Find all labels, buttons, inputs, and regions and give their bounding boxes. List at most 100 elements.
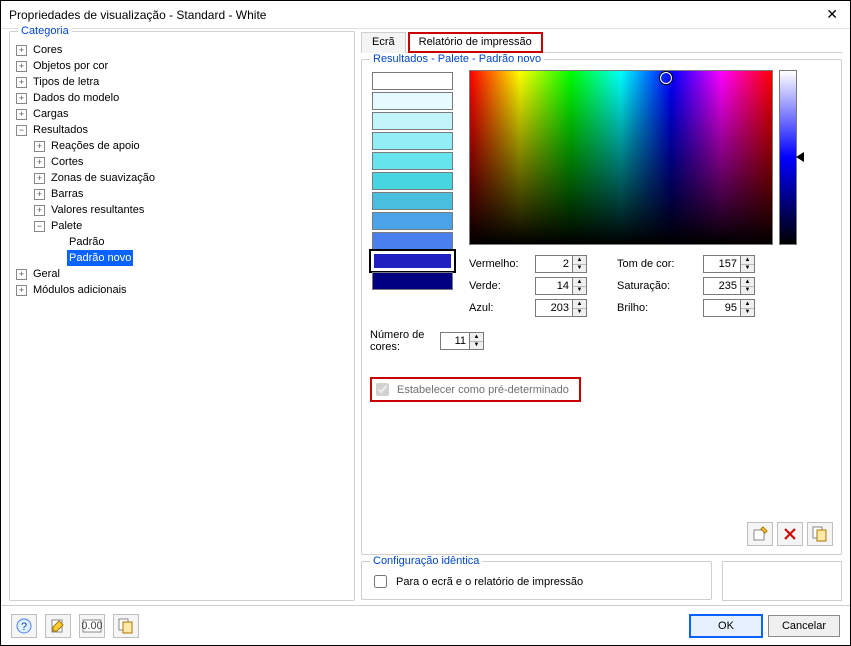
cancel-button[interactable]: Cancelar xyxy=(768,615,840,637)
expand-icon[interactable]: + xyxy=(16,45,27,56)
ok-button[interactable]: OK xyxy=(690,615,762,637)
expand-icon[interactable]: + xyxy=(16,109,27,120)
expand-icon[interactable]: + xyxy=(16,93,27,104)
palette-legend: Resultados - Palete - Padrão novo xyxy=(370,53,544,65)
tree-item-cores[interactable]: Cores xyxy=(31,42,64,58)
close-icon[interactable]: ✕ xyxy=(822,6,842,23)
palette-swatch[interactable] xyxy=(372,272,453,290)
copy-icon xyxy=(812,526,828,542)
palette-swatch[interactable] xyxy=(372,232,453,250)
brightness-marker-icon xyxy=(796,152,804,162)
delete-palette-button[interactable] xyxy=(777,522,803,546)
pencil-icon xyxy=(50,618,66,634)
label-red: Vermelho: xyxy=(469,258,529,270)
spin-down-icon[interactable]: ▼ xyxy=(741,287,754,295)
spin-up-icon[interactable]: ▲ xyxy=(741,278,754,287)
input-hue[interactable]: ▲▼ xyxy=(703,255,755,273)
preview-box xyxy=(722,561,842,601)
expand-icon[interactable]: + xyxy=(34,189,45,200)
input-blue[interactable]: ▲▼ xyxy=(535,299,587,317)
import-button[interactable] xyxy=(113,614,139,638)
preset-checkbox[interactable] xyxy=(376,383,389,396)
spin-up-icon[interactable]: ▲ xyxy=(741,256,754,265)
label-green: Verde: xyxy=(469,280,529,292)
input-sat[interactable]: ▲▼ xyxy=(703,277,755,295)
tree-item-cargas[interactable]: Cargas xyxy=(31,106,70,122)
tree-item-dados[interactable]: Dados do modelo xyxy=(31,90,121,106)
spin-down-icon[interactable]: ▼ xyxy=(573,287,586,295)
spin-down-icon[interactable]: ▼ xyxy=(573,265,586,273)
palette-swatch[interactable] xyxy=(372,192,453,210)
preset-checkbox-row[interactable]: Estabelecer como pré-determinado xyxy=(370,377,581,402)
palette-swatch[interactable] xyxy=(372,152,453,170)
input-red[interactable]: ▲▼ xyxy=(535,255,587,273)
tab-ecra[interactable]: Ecrã xyxy=(361,32,406,53)
tree-item-palete[interactable]: Palete xyxy=(49,218,84,234)
expand-icon[interactable]: + xyxy=(16,269,27,280)
spin-down-icon[interactable]: ▼ xyxy=(470,342,483,350)
palette-swatch[interactable] xyxy=(372,132,453,150)
label-val: Brilho: xyxy=(617,302,697,314)
category-legend: Categoria xyxy=(18,25,72,37)
input-numcolors[interactable]: ▲▼ xyxy=(440,332,484,350)
new-palette-button[interactable] xyxy=(747,522,773,546)
brightness-bar[interactable] xyxy=(779,70,797,245)
category-tree[interactable]: +Cores +Objetos por cor +Tipos de letra … xyxy=(14,38,350,302)
svg-text:0.00: 0.00 xyxy=(82,620,102,632)
color-cursor-icon xyxy=(660,72,672,84)
tree-item-objetos[interactable]: Objetos por cor xyxy=(31,58,110,74)
tree-item-resultados[interactable]: Resultados xyxy=(31,122,90,138)
spin-up-icon[interactable]: ▲ xyxy=(741,300,754,309)
tab-relatorio[interactable]: Relatório de impressão xyxy=(408,32,543,53)
palette-group: Resultados - Palete - Padrão novo xyxy=(361,59,842,555)
same-config-checkbox[interactable] xyxy=(374,575,387,588)
spin-up-icon[interactable]: ▲ xyxy=(573,300,586,309)
tree-item-padrao-novo[interactable]: Padrão novo xyxy=(67,250,133,266)
spin-down-icon[interactable]: ▼ xyxy=(741,265,754,273)
spin-down-icon[interactable]: ▼ xyxy=(573,309,586,317)
palette-swatch[interactable] xyxy=(372,92,453,110)
palette-swatch[interactable] xyxy=(372,172,453,190)
tree-item-valores[interactable]: Valores resultantes xyxy=(49,202,146,218)
expand-icon[interactable]: + xyxy=(34,173,45,184)
expand-icon[interactable]: + xyxy=(34,205,45,216)
spin-up-icon[interactable]: ▲ xyxy=(470,333,483,342)
tree-item-reacoes[interactable]: Reações de apoio xyxy=(49,138,142,154)
units-icon: 0.00 xyxy=(82,619,102,633)
window-title: Propriedades de visualização - Standard … xyxy=(9,8,266,22)
input-green[interactable]: ▲▼ xyxy=(535,277,587,295)
tree-item-geral[interactable]: Geral xyxy=(31,266,62,282)
tree-item-zonas[interactable]: Zonas de suavização xyxy=(49,170,157,186)
expand-icon[interactable]: + xyxy=(16,285,27,296)
same-config-label: Para o ecrã e o relatório de impressão xyxy=(396,576,583,588)
tree-item-tipos[interactable]: Tipos de letra xyxy=(31,74,101,90)
spin-up-icon[interactable]: ▲ xyxy=(573,256,586,265)
palette-swatch[interactable] xyxy=(372,72,453,90)
expand-icon[interactable]: + xyxy=(16,77,27,88)
palette-swatch[interactable] xyxy=(372,112,453,130)
config-group: Configuração idêntica Para o ecrã e o re… xyxy=(361,561,712,600)
label-sat: Saturação: xyxy=(617,280,697,292)
units-button[interactable]: 0.00 xyxy=(79,614,105,638)
palette-swatch[interactable] xyxy=(372,212,453,230)
expand-icon[interactable]: + xyxy=(34,157,45,168)
expand-icon[interactable]: + xyxy=(34,141,45,152)
tree-item-modulos[interactable]: Módulos adicionais xyxy=(31,282,129,298)
new-icon xyxy=(752,526,768,542)
palette-swatch[interactable] xyxy=(372,252,453,270)
copy-palette-button[interactable] xyxy=(807,522,833,546)
label-numcolors: Número de cores: xyxy=(370,329,432,353)
tree-item-padrao[interactable]: Padrão xyxy=(67,234,106,250)
expand-icon[interactable]: + xyxy=(16,61,27,72)
spin-down-icon[interactable]: ▼ xyxy=(741,309,754,317)
tree-item-barras[interactable]: Barras xyxy=(49,186,85,202)
tree-item-cortes[interactable]: Cortes xyxy=(49,154,85,170)
collapse-icon[interactable]: − xyxy=(34,221,45,232)
color-field[interactable] xyxy=(469,70,773,245)
delete-icon xyxy=(783,527,797,541)
edit-button[interactable] xyxy=(45,614,71,638)
input-val[interactable]: ▲▼ xyxy=(703,299,755,317)
collapse-icon[interactable]: − xyxy=(16,125,27,136)
spin-up-icon[interactable]: ▲ xyxy=(573,278,586,287)
help-button[interactable]: ? xyxy=(11,614,37,638)
